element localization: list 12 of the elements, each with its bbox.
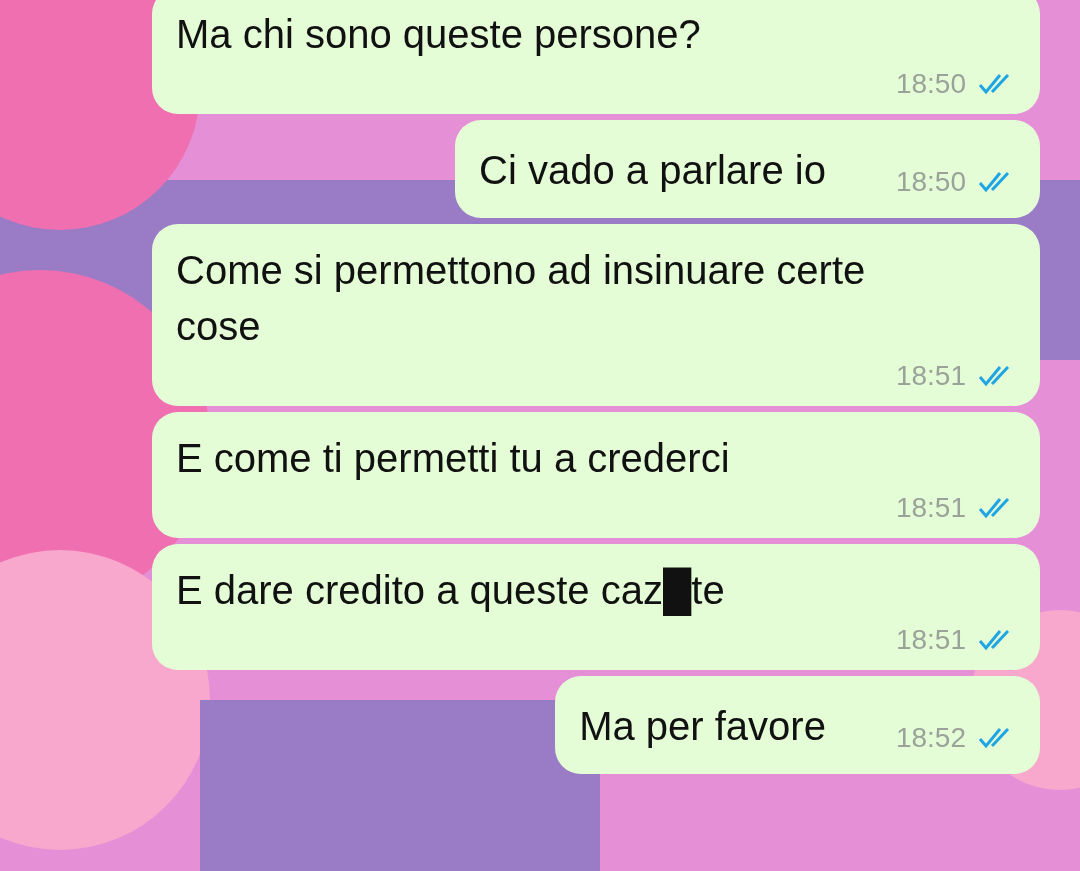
message-text: E come ti permetti tu a crederci — [176, 435, 731, 482]
message-time: 18:52 — [895, 724, 966, 752]
message-time: 18:50 — [895, 168, 966, 196]
message-text: E dare credito a queste caz█te — [176, 562, 876, 618]
message-time: 18:51 — [895, 494, 966, 522]
message-time: 18:51 — [895, 362, 966, 390]
message-text: Ma per favore — [579, 703, 826, 750]
message-time: 18:50 — [895, 70, 966, 98]
message-text: Come si permettono ad insinuare certe cose — [176, 247, 867, 350]
message-text: Ma chi sono queste persone? — [176, 11, 702, 58]
message-text: Ci vado a parlare io — [479, 147, 826, 194]
message-time: 18:51 — [895, 626, 966, 654]
